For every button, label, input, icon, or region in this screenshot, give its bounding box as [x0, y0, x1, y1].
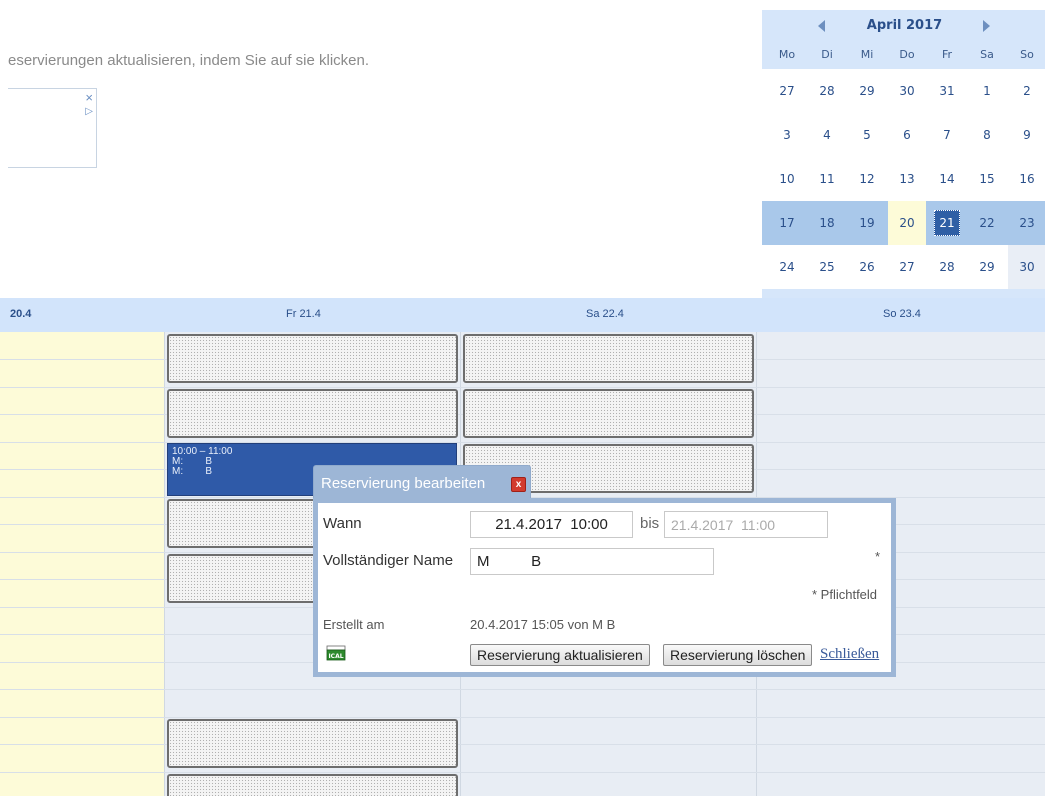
calendar-day[interactable]: 7	[928, 113, 966, 157]
calendar-day[interactable]: 3	[768, 113, 806, 157]
column-divider	[164, 332, 165, 796]
row-divider	[0, 387, 1045, 388]
calendar-day[interactable]: 25	[808, 245, 846, 289]
ad-box: × ▷	[8, 88, 97, 168]
calendar-day-selected[interactable]: 21	[928, 201, 966, 245]
blocked-slot[interactable]	[463, 389, 754, 438]
day-header: 20.4	[10, 308, 32, 320]
weekday-header: Fr	[941, 48, 953, 61]
weekday-header: Sa	[980, 48, 994, 61]
calendar-week-row: 3 4 5 6 7 8 9	[762, 113, 1045, 157]
row-divider	[0, 744, 1045, 745]
delete-reservation-button[interactable]: Reservierung löschen	[663, 644, 813, 666]
ad-close-icon[interactable]: ×	[85, 91, 93, 105]
row-divider	[0, 689, 1045, 690]
dialog-title: Reservierung bearbeiten	[321, 475, 486, 492]
calendar-week-row: 10 11 12 13 14 15 16	[762, 157, 1045, 201]
end-datetime-input[interactable]	[664, 511, 828, 538]
prev-month-icon[interactable]	[818, 20, 825, 32]
calendar-day[interactable]: 28	[808, 69, 846, 113]
calendar-day[interactable]: 16	[1008, 157, 1045, 201]
calendar-day[interactable]: 12	[848, 157, 886, 201]
intro-text: eservierungen aktualisieren, indem Sie a…	[8, 52, 370, 69]
dialog-title-bar[interactable]: Reservierung bearbeiten x	[313, 465, 531, 499]
calendar-week-row: 27 28 29 30 31 1 2	[762, 69, 1045, 113]
full-name-label: Vollständiger Name	[323, 552, 454, 569]
calendar-day[interactable]: 23	[1008, 201, 1045, 245]
blocked-slot[interactable]	[167, 334, 458, 383]
calendar-day[interactable]: 17	[768, 201, 806, 245]
day-header: Sa 22.4	[586, 308, 624, 320]
calendar-day[interactable]: 5	[848, 113, 886, 157]
calendar-month-title: April 2017	[866, 18, 943, 33]
calendar-day[interactable]: 31	[928, 69, 966, 113]
day-column[interactable]	[0, 332, 164, 796]
calendar-day[interactable]: 8	[968, 113, 1006, 157]
next-month-icon[interactable]	[983, 20, 990, 32]
calendar-day[interactable]: 14	[928, 157, 966, 201]
calendar-day[interactable]: 1	[968, 69, 1006, 113]
day-header: Fr 21.4	[286, 308, 321, 320]
close-link[interactable]: Schließen	[820, 646, 879, 663]
row-divider	[0, 717, 1045, 718]
week-header: 20.4 Fr 21.4 Sa 22.4 So 23.4	[0, 298, 1045, 332]
mini-calendar: April 2017 Mo Di Mi Do Fr Sa So 27 28 29…	[762, 10, 1045, 299]
calendar-day[interactable]: 10	[768, 157, 806, 201]
blocked-slot[interactable]	[463, 334, 754, 383]
row-divider	[0, 442, 1045, 443]
calendar-week-row: 24 25 26 27 28 29 30	[762, 245, 1045, 289]
calendar-day[interactable]: 11	[808, 157, 846, 201]
close-icon[interactable]: x	[511, 477, 526, 492]
calendar-day[interactable]: 13	[888, 157, 926, 201]
calendar-day[interactable]: 9	[1008, 113, 1045, 157]
calendar-day[interactable]: 18	[808, 201, 846, 245]
row-divider	[0, 772, 1045, 773]
selected-day-label: 21	[934, 210, 960, 236]
ical-icon[interactable]: ICAL	[326, 645, 346, 661]
full-name-input[interactable]	[470, 548, 714, 575]
calendar-day[interactable]: 4	[808, 113, 846, 157]
day-header: So 23.4	[883, 308, 921, 320]
calendar-day[interactable]: 29	[968, 245, 1006, 289]
calendar-day[interactable]: 27	[888, 245, 926, 289]
calendar-day[interactable]: 29	[848, 69, 886, 113]
calendar-header: April 2017	[762, 10, 1045, 42]
weekday-header: So	[1020, 48, 1034, 61]
weekday-header: Di	[821, 48, 833, 61]
calendar-day[interactable]: 2	[1008, 69, 1045, 113]
created-label: Erstellt am	[323, 617, 385, 632]
calendar-day[interactable]: 24	[768, 245, 806, 289]
calendar-day[interactable]: 6	[888, 113, 926, 157]
bis-label: bis	[640, 515, 660, 532]
weekday-header: Mo	[778, 48, 796, 61]
when-label: Wann	[323, 515, 362, 532]
update-reservation-button[interactable]: Reservierung aktualisieren	[470, 644, 650, 666]
ical-icon-label: ICAL	[328, 653, 343, 660]
ad-choices-icon[interactable]: ▷	[85, 106, 93, 118]
reservation-time: 10:00 – 11:00	[172, 446, 233, 457]
edit-reservation-dialog: Wann bis Vollständiger Name * * Pflichtf…	[313, 498, 896, 677]
blocked-slot[interactable]	[167, 719, 458, 768]
blocked-slot[interactable]	[167, 774, 458, 796]
calendar-day[interactable]: 19	[848, 201, 886, 245]
calendar-day[interactable]: 28	[928, 245, 966, 289]
required-marker: *	[875, 549, 881, 564]
calendar-selected-week-row: 17 18 19 20 21 22 23	[762, 201, 1045, 245]
calendar-day[interactable]: 22	[968, 201, 1006, 245]
calendar-day[interactable]: 30	[888, 69, 926, 113]
weekday-header: Mi	[860, 48, 874, 61]
calendar-day[interactable]: 15	[968, 157, 1006, 201]
required-note: * Pflichtfeld	[812, 587, 878, 602]
created-value: 20.4.2017 15:05 von M B	[470, 617, 616, 632]
calendar-day-today[interactable]: 20	[888, 201, 926, 245]
calendar-day[interactable]: 26	[848, 245, 886, 289]
calendar-day[interactable]: 30	[1008, 245, 1045, 289]
calendar-day[interactable]: 27	[768, 69, 806, 113]
weekday-header: Do	[899, 48, 915, 61]
start-datetime-input[interactable]	[470, 511, 633, 538]
blocked-slot[interactable]	[167, 389, 458, 438]
